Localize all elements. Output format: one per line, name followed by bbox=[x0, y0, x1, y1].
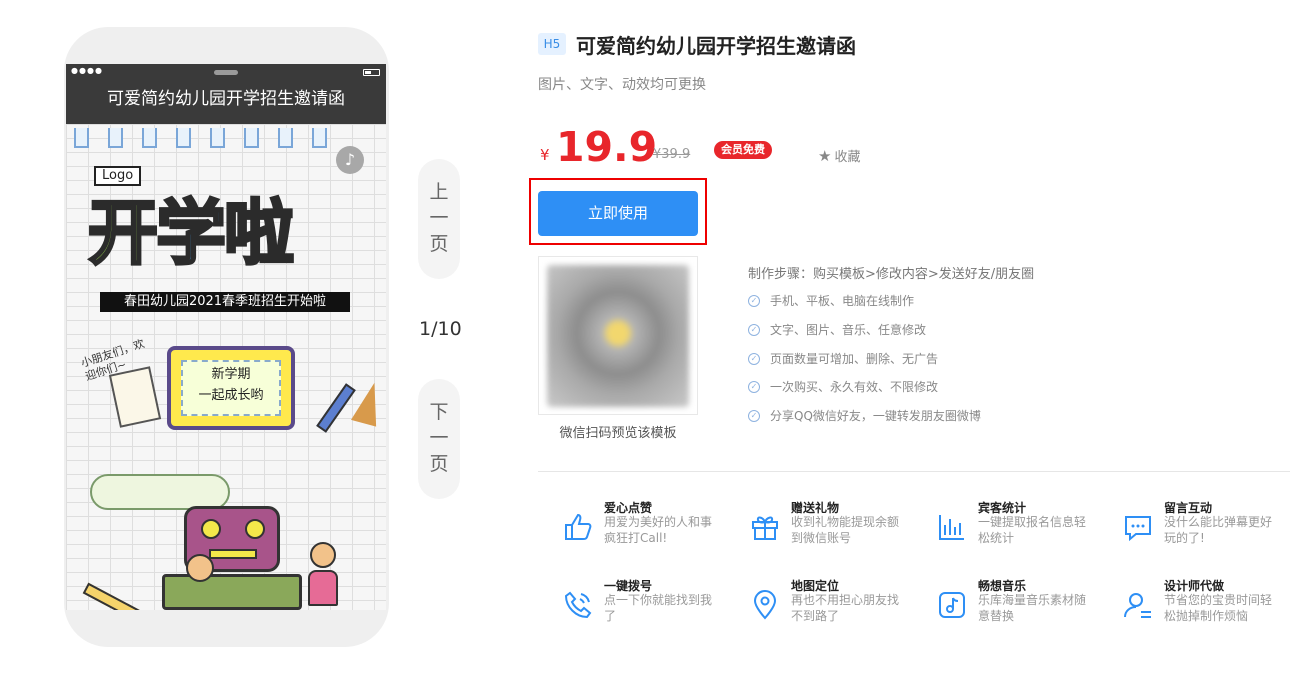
phone-title: 可爱简约幼儿园开学招生邀请函 bbox=[66, 80, 386, 124]
phone-screen: ●●●● 可爱简约幼儿园开学招生邀请函 ♪ Logo 开学啦 春田幼儿园2021… bbox=[66, 64, 386, 610]
designer-icon bbox=[1124, 593, 1151, 618]
qr-code bbox=[538, 256, 698, 415]
pencil-illustration bbox=[316, 383, 356, 433]
pager-char: 页 bbox=[429, 233, 449, 255]
prev-page-button[interactable]: 上 一 页 bbox=[418, 159, 460, 279]
step-item: ✓ 手机、平板、电脑在线制作 bbox=[748, 292, 914, 309]
page-indicator: 1/10 bbox=[419, 318, 462, 340]
step-item: ✓ 分享QQ微信好友，一键转发朋友圈微博 bbox=[748, 407, 981, 424]
product-title: 可爱简约幼儿园开学招生邀请函 bbox=[576, 34, 856, 58]
headline-char: 啦 bbox=[223, 191, 296, 276]
kid-illustration bbox=[308, 570, 338, 606]
step-label: 一次购买、永久有效、不限修改 bbox=[770, 380, 939, 394]
battery-icon bbox=[363, 69, 380, 76]
feature-desc: 点一下你就能找到我了 bbox=[604, 593, 713, 623]
step-item: ✓ 文字、图片、音乐、任意修改 bbox=[748, 321, 926, 338]
sign-line: 新学期 bbox=[211, 367, 251, 382]
books-illustration bbox=[162, 574, 302, 610]
currency-symbol: ¥ bbox=[540, 146, 550, 164]
star-icon: ★ bbox=[818, 147, 832, 165]
feature-item: 地图定位 再也不用担心朋友找不到路了 bbox=[749, 577, 899, 637]
pager-char: 一 bbox=[429, 207, 449, 229]
feature-desc: 乐库海量音乐素材随意替换 bbox=[978, 593, 1087, 623]
use-now-button[interactable]: 立即使用 bbox=[538, 191, 698, 236]
feature-item: 留言互动 没什么能比弹幕更好玩的了! bbox=[1122, 499, 1272, 559]
favorite-label: 收藏 bbox=[834, 150, 861, 165]
feature-item: 一键拨号 点一下你就能找到我了 bbox=[562, 577, 712, 637]
ruler-illustration bbox=[351, 379, 386, 427]
vip-free-badge: 会员免费 bbox=[714, 141, 772, 159]
h5-badge: H5 bbox=[538, 33, 566, 55]
gift-icon bbox=[752, 516, 778, 540]
poster-subtitle: 春田幼儿园2021春季班招生开始啦 bbox=[100, 292, 350, 312]
feature-desc: 收到礼物能提现余额到微信账号 bbox=[791, 515, 900, 545]
paper-illustration bbox=[108, 366, 162, 428]
pager-char: 上 bbox=[429, 181, 449, 203]
notebook-rings bbox=[74, 128, 327, 148]
pager-char: 下 bbox=[429, 401, 449, 423]
step-item: ✓ 一次购买、永久有效、不限修改 bbox=[748, 378, 938, 395]
poster-headline: 开学啦 bbox=[87, 190, 296, 276]
check-icon: ✓ bbox=[748, 352, 760, 365]
feature-item: 爱心点赞 用爱为美好的人和事疯狂打Call! bbox=[562, 499, 712, 559]
step-label: 文字、图片、音乐、任意修改 bbox=[770, 323, 927, 337]
sign-line: 一起成长哟 bbox=[198, 388, 264, 403]
pager-char: 一 bbox=[429, 427, 449, 449]
map-pin-icon bbox=[753, 590, 777, 620]
message-icon bbox=[1125, 516, 1151, 542]
step-label: 页面数量可增加、删除、无广告 bbox=[770, 352, 939, 366]
headline-char: 学 bbox=[155, 191, 228, 276]
status-bar: ●●●● bbox=[66, 64, 386, 80]
feature-desc: 用爱为美好的人和事疯狂打Call! bbox=[604, 515, 713, 545]
feature-desc: 节省您的宝贵时间轻松抛掉制作烦恼 bbox=[1164, 593, 1273, 623]
check-icon: ✓ bbox=[748, 380, 760, 393]
pager-char: 页 bbox=[429, 453, 449, 475]
step-label: 手机、平板、电脑在线制作 bbox=[770, 294, 915, 308]
poster-logo: Logo bbox=[94, 166, 142, 186]
step-item: ✓ 页面数量可增加、删除、无广告 bbox=[748, 350, 938, 367]
feature-desc: 没什么能比弹幕更好玩的了! bbox=[1164, 515, 1273, 545]
phone-icon bbox=[564, 591, 592, 619]
headline-char: 开 bbox=[87, 191, 160, 276]
thumbs-up-icon bbox=[565, 513, 592, 540]
feature-item: 畅想音乐 乐库海量音乐素材随意替换 bbox=[936, 577, 1086, 637]
next-page-button[interactable]: 下 一 页 bbox=[418, 379, 460, 499]
feature-desc: 再也不用担心朋友找不到路了 bbox=[791, 593, 900, 623]
poster-sign: 新学期 一起成长哟 bbox=[167, 346, 295, 430]
feature-item: 宾客统计 一键提取报名信息轻松统计 bbox=[936, 499, 1086, 559]
original-price: ¥39.9 bbox=[653, 147, 691, 162]
cloud-illustration bbox=[90, 474, 230, 510]
product-description: 图片、文字、动效均可更换 bbox=[538, 77, 706, 93]
kid-illustration bbox=[186, 554, 214, 582]
favorite-button[interactable]: ★ 收藏 bbox=[818, 146, 860, 165]
feature-item: 设计师代做 节省您的宝贵时间轻松抛掉制作烦恼 bbox=[1122, 577, 1272, 637]
pencil-illustration bbox=[82, 582, 142, 610]
speaker-notch bbox=[214, 70, 238, 75]
step-label: 分享QQ微信好友，一键转发朋友圈微博 bbox=[770, 409, 981, 423]
check-icon: ✓ bbox=[748, 323, 760, 336]
feature-item: 赠送礼物 收到礼物能提现余额到微信账号 bbox=[749, 499, 899, 559]
price: 19.9 bbox=[556, 123, 658, 171]
steps-title: 制作步骤：购买模板>修改内容>发送好友/朋友圈 bbox=[748, 267, 1035, 282]
feature-desc: 一键提取报名信息轻松统计 bbox=[978, 515, 1087, 545]
check-icon: ✓ bbox=[748, 294, 760, 307]
divider bbox=[538, 471, 1290, 472]
bar-chart-icon bbox=[939, 515, 964, 540]
music-toggle-icon[interactable]: ♪ bbox=[336, 146, 364, 174]
qr-caption: 微信扫码预览该模板 bbox=[559, 426, 677, 441]
poster-preview[interactable]: ♪ Logo 开学啦 春田幼儿园2021春季班招生开始啦 小朋友们，欢迎你们~ … bbox=[66, 124, 386, 610]
check-icon: ✓ bbox=[748, 409, 760, 422]
music-icon bbox=[939, 592, 965, 618]
kid-illustration bbox=[310, 542, 336, 568]
signal-icon: ●●●● bbox=[71, 66, 103, 75]
